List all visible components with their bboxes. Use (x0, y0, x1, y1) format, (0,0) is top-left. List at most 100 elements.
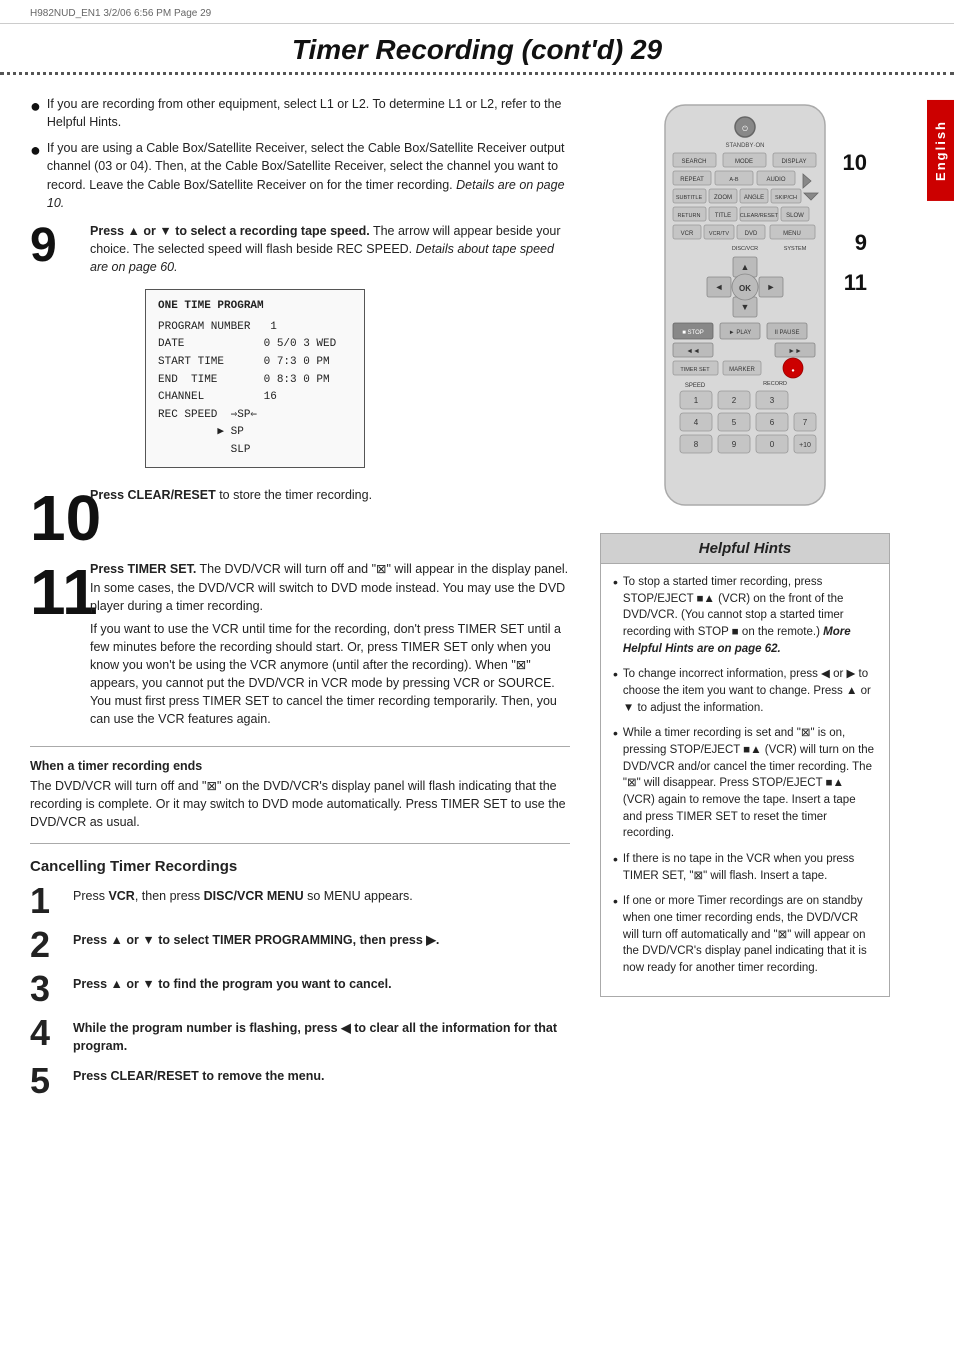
step-11-content: Press TIMER SET. The DVD/VCR will turn o… (90, 560, 570, 733)
section-rule-2 (30, 843, 570, 844)
cancel-text-3: Press ▲ or ▼ to find the program you wan… (73, 971, 392, 993)
bullet-dot-2: ● (30, 141, 41, 212)
cancelling-heading: Cancelling Timer Recordings (30, 858, 570, 875)
svg-text:II PAUSE: II PAUSE (775, 330, 800, 336)
remote-marker-9: 9 (855, 230, 867, 256)
cancel-step-4: 4 While the program number is flashing, … (30, 1015, 570, 1055)
cancel-step-5: 5 Press CLEAR/RESET to remove the menu. (30, 1063, 570, 1099)
cancel-steps: 1 Press VCR, then press DISC/VCR MENU so… (30, 883, 570, 1099)
svg-text:SEARCH: SEARCH (681, 159, 706, 165)
svg-text:▲: ▲ (741, 262, 750, 272)
svg-text:TITLE: TITLE (715, 213, 731, 219)
remote-marker-11: 11 (844, 270, 867, 296)
cancel-text-4: While the program number is flashing, pr… (73, 1015, 570, 1055)
svg-text:VCR: VCR (681, 231, 694, 237)
cancel-text-5: Press CLEAR/RESET to remove the menu. (73, 1063, 324, 1085)
helpful-hints-title: Helpful Hints (601, 534, 889, 564)
step-10-number: 10 (30, 486, 80, 550)
osd-row-recspeed: REC SPEED ⇒SP⇐ (158, 407, 352, 425)
svg-text:SUBTITLE: SUBTITLE (676, 195, 703, 201)
bullet-item-1: ● If you are recording from other equipm… (30, 95, 570, 131)
english-tab: English (927, 100, 954, 201)
hint-item-3: • While a timer recording is set and "⊠"… (613, 725, 877, 842)
dot-separator (0, 72, 954, 75)
remote-svg: ⏻ STANDBY·ON SEARCH MODE DISPLAY REPEAT … (645, 95, 845, 515)
svg-text:AUDIO: AUDIO (766, 177, 785, 183)
svg-text:+10: +10 (799, 442, 811, 449)
svg-text:DVD: DVD (745, 231, 758, 237)
hint-bullet-4: • (613, 851, 618, 884)
cancel-num-5: 5 (30, 1063, 65, 1099)
cancel-step-2: 2 Press ▲ or ▼ to select TIMER PROGRAMMI… (30, 927, 570, 963)
step-10-content: Press CLEAR/RESET to store the timer rec… (90, 486, 570, 509)
hint-bullet-2: • (613, 666, 618, 716)
osd-row-sp: ▶ SP (158, 424, 352, 442)
when-ends-section: When a timer recording ends The DVD/VCR … (30, 759, 570, 831)
hint-text-3: While a timer recording is set and "⊠" i… (623, 725, 877, 842)
step-9: 9 Press ▲ or ▼ to select a recording tap… (30, 222, 570, 477)
bullet-text-2: If you are using a Cable Box/Satellite R… (47, 139, 570, 212)
svg-text:ANGLE: ANGLE (744, 195, 764, 201)
svg-text:0: 0 (770, 440, 775, 449)
osd-row-channel: CHANNEL 16 (158, 389, 352, 407)
svg-text:5: 5 (732, 418, 737, 427)
header-text: H982NUD_EN1 3/2/06 6:56 PM Page 29 (30, 8, 211, 19)
cancel-section: Cancelling Timer Recordings 1 Press VCR,… (30, 858, 570, 1099)
svg-text:6: 6 (770, 418, 775, 427)
svg-text:4: 4 (694, 418, 699, 427)
svg-text:SLOW: SLOW (786, 213, 804, 219)
svg-text:▼: ▼ (741, 302, 750, 312)
left-column: ● If you are recording from other equipm… (30, 95, 580, 1107)
svg-text:SKIP/CH: SKIP/CH (775, 195, 797, 201)
osd-row-start: START TIME 0 7:3 0 PM (158, 354, 352, 372)
section-rule-1 (30, 746, 570, 747)
when-ends-heading: When a timer recording ends (30, 759, 570, 773)
osd-row-slp: SLP (158, 442, 352, 460)
remote-wrapper: 10 9 11 ⏻ STANDBY·ON SEARCH MODE (645, 95, 845, 518)
svg-text:1: 1 (694, 396, 699, 405)
cancel-num-4: 4 (30, 1015, 65, 1051)
svg-text:◄◄: ◄◄ (686, 348, 700, 355)
hint-text-1: To stop a started timer recording, press… (623, 574, 877, 657)
svg-text:SPEED: SPEED (685, 383, 706, 389)
svg-text:8: 8 (694, 440, 699, 449)
hint-item-2: • To change incorrect information, press… (613, 666, 877, 716)
hint-item-1: • To stop a started timer recording, pre… (613, 574, 877, 657)
svg-text:STANDBY·ON: STANDBY·ON (726, 143, 765, 149)
step-11: 11 Press TIMER SET. The DVD/VCR will tur… (30, 560, 570, 733)
svg-text:2: 2 (732, 396, 737, 405)
svg-text:●: ● (791, 368, 794, 374)
helpful-hints-content: • To stop a started timer recording, pre… (601, 564, 889, 996)
svg-text:MARKER: MARKER (729, 367, 755, 373)
svg-text:► PLAY: ► PLAY (729, 330, 752, 336)
remote-container: 10 9 11 ⏻ STANDBY·ON SEARCH MODE (600, 95, 890, 518)
svg-text:CLEAR/RESET: CLEAR/RESET (740, 213, 779, 219)
hint-item-5: • If one or more Timer recordings are on… (613, 893, 877, 976)
svg-text:DISC/VCR: DISC/VCR (732, 246, 758, 252)
bullet-dot-1: ● (30, 97, 41, 131)
svg-text:RECORD: RECORD (763, 381, 787, 387)
hint-bullet-5: • (613, 893, 618, 976)
osd-row-date: DATE 0 5/0 3 WED (158, 336, 352, 354)
right-column: 10 9 11 ⏻ STANDBY·ON SEARCH MODE (600, 95, 890, 1107)
bullet-section: ● If you are recording from other equipm… (30, 95, 570, 212)
when-ends-text: The DVD/VCR will turn off and "⊠" on the… (30, 777, 570, 831)
svg-text:MODE: MODE (735, 159, 753, 165)
step-11-number: 11 (30, 560, 80, 624)
cancel-step-3: 3 Press ▲ or ▼ to find the program you w… (30, 971, 570, 1007)
hint-text-4: If there is no tape in the VCR when you … (623, 851, 877, 884)
osd-row-program: PROGRAM NUMBER 1 (158, 319, 352, 337)
svg-text:◄: ◄ (715, 282, 724, 292)
page-header: H982NUD_EN1 3/2/06 6:56 PM Page 29 (0, 0, 954, 24)
cancel-text-2: Press ▲ or ▼ to select TIMER PROGRAMMING… (73, 927, 439, 949)
cancel-step-1: 1 Press VCR, then press DISC/VCR MENU so… (30, 883, 570, 919)
cancel-text-1: Press VCR, then press DISC/VCR MENU so M… (73, 883, 413, 905)
bullet-item-2: ● If you are using a Cable Box/Satellite… (30, 139, 570, 212)
osd-box: ONE TIME PROGRAM PROGRAM NUMBER 1 DATE 0… (145, 289, 365, 468)
cancel-num-1: 1 (30, 883, 65, 919)
osd-row-end: END TIME 0 8:3 0 PM (158, 372, 352, 390)
svg-text:7: 7 (803, 418, 808, 427)
svg-text:REPEAT: REPEAT (680, 177, 704, 183)
page-title: Timer Recording (cont'd) 29 (0, 24, 954, 72)
svg-text:DISPLAY: DISPLAY (782, 159, 807, 165)
